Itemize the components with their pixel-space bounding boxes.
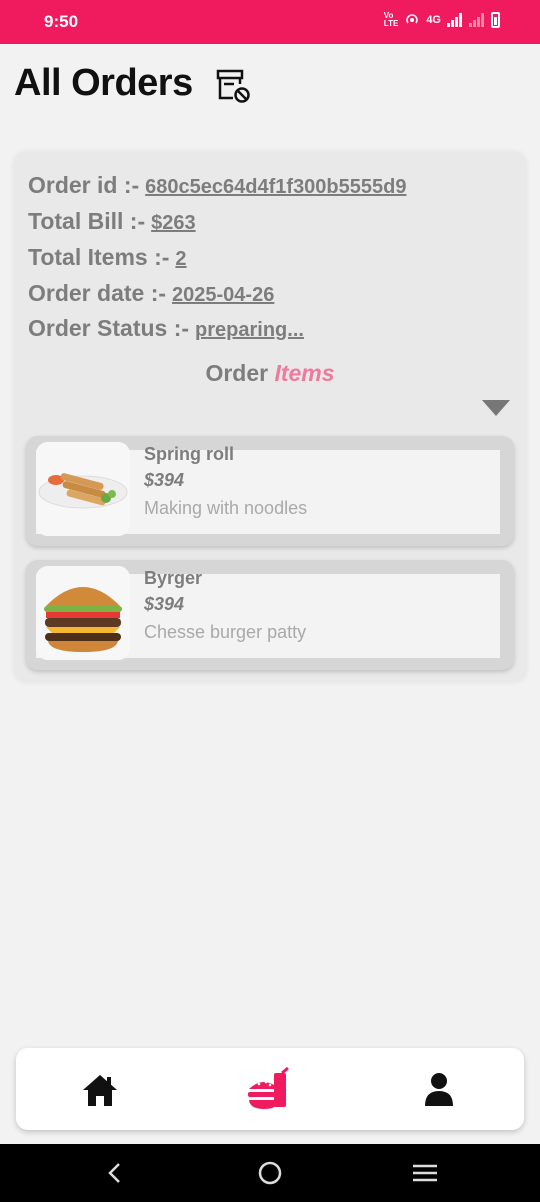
home-icon <box>83 1075 117 1106</box>
total-items-label: Total Items :- <box>28 244 170 270</box>
items-dropdown-toggle-icon[interactable] <box>482 400 510 416</box>
order-card: Order id :- 680c5ec64d4f1f300b5555d9 Tota… <box>14 152 526 682</box>
signal-weak-icon <box>469 13 484 27</box>
total-items-row: Total Items :- 2 <box>28 244 187 271</box>
order-item-name: Byrger <box>144 568 203 588</box>
order-item-price: $394 <box>144 470 185 490</box>
order-item-price: $394 <box>144 594 185 614</box>
order-item-card[interactable]: Byrger $394 Chesse burger patty <box>26 560 514 670</box>
nav-profile-button[interactable] <box>415 1066 463 1114</box>
order-items-heading-part1: Order <box>205 360 269 386</box>
nav-orders-button[interactable] <box>245 1066 293 1114</box>
food-order-icon <box>248 1067 289 1109</box>
order-item-card[interactable]: Spring roll $394 Making with noodles <box>26 436 514 546</box>
back-icon[interactable] <box>100 1158 130 1188</box>
status-bar: 9:50 Vo LTE 4G <box>0 0 540 44</box>
page-header: All Orders <box>14 62 251 105</box>
menu-icon[interactable] <box>410 1158 440 1188</box>
spring-roll-image <box>36 442 130 536</box>
battery-icon <box>491 12 500 28</box>
volte-icon: Vo LTE <box>383 11 399 28</box>
system-nav-bar <box>0 1144 540 1202</box>
burger-image <box>36 566 130 660</box>
bottom-nav <box>16 1048 524 1130</box>
hotspot-icon <box>406 14 419 24</box>
order-item-description: Making with noodles <box>144 498 308 518</box>
order-items-heading-part2: Items <box>274 360 335 386</box>
order-items-heading: Order Items <box>14 360 526 387</box>
user-icon <box>425 1073 453 1106</box>
order-status-label: Order Status :- <box>28 315 190 341</box>
nav-home-button[interactable] <box>76 1066 124 1114</box>
cancel-orders-icon[interactable] <box>215 68 251 104</box>
order-status-value: preparing... <box>195 319 304 341</box>
page-title: All Orders <box>14 62 193 104</box>
total-bill-value: $263 <box>151 212 196 234</box>
signal-icon <box>447 13 462 27</box>
total-bill-label: Total Bill :- <box>28 208 146 234</box>
order-date-row: Order date :- 2025-04-26 <box>28 280 274 307</box>
order-item-description: Chesse burger patty <box>144 622 307 642</box>
order-item-name: Spring roll <box>144 444 234 464</box>
status-icons: Vo LTE 4G <box>384 12 500 28</box>
total-items-value: 2 <box>175 248 187 270</box>
network-type: 4G <box>426 14 441 26</box>
order-id-value: 680c5ec64d4f1f300b5555d9 <box>145 176 407 198</box>
home-circle-icon[interactable] <box>255 1158 285 1188</box>
order-id-row: Order id :- 680c5ec64d4f1f300b5555d9 <box>28 172 406 199</box>
order-date-value: 2025-04-26 <box>172 284 275 306</box>
order-id-label: Order id :- <box>28 172 140 198</box>
order-date-label: Order date :- <box>28 280 167 306</box>
order-status-row: Order Status :- preparing... <box>28 315 304 342</box>
status-time: 9:50 <box>44 12 79 31</box>
total-bill-row: Total Bill :- $263 <box>28 208 196 235</box>
